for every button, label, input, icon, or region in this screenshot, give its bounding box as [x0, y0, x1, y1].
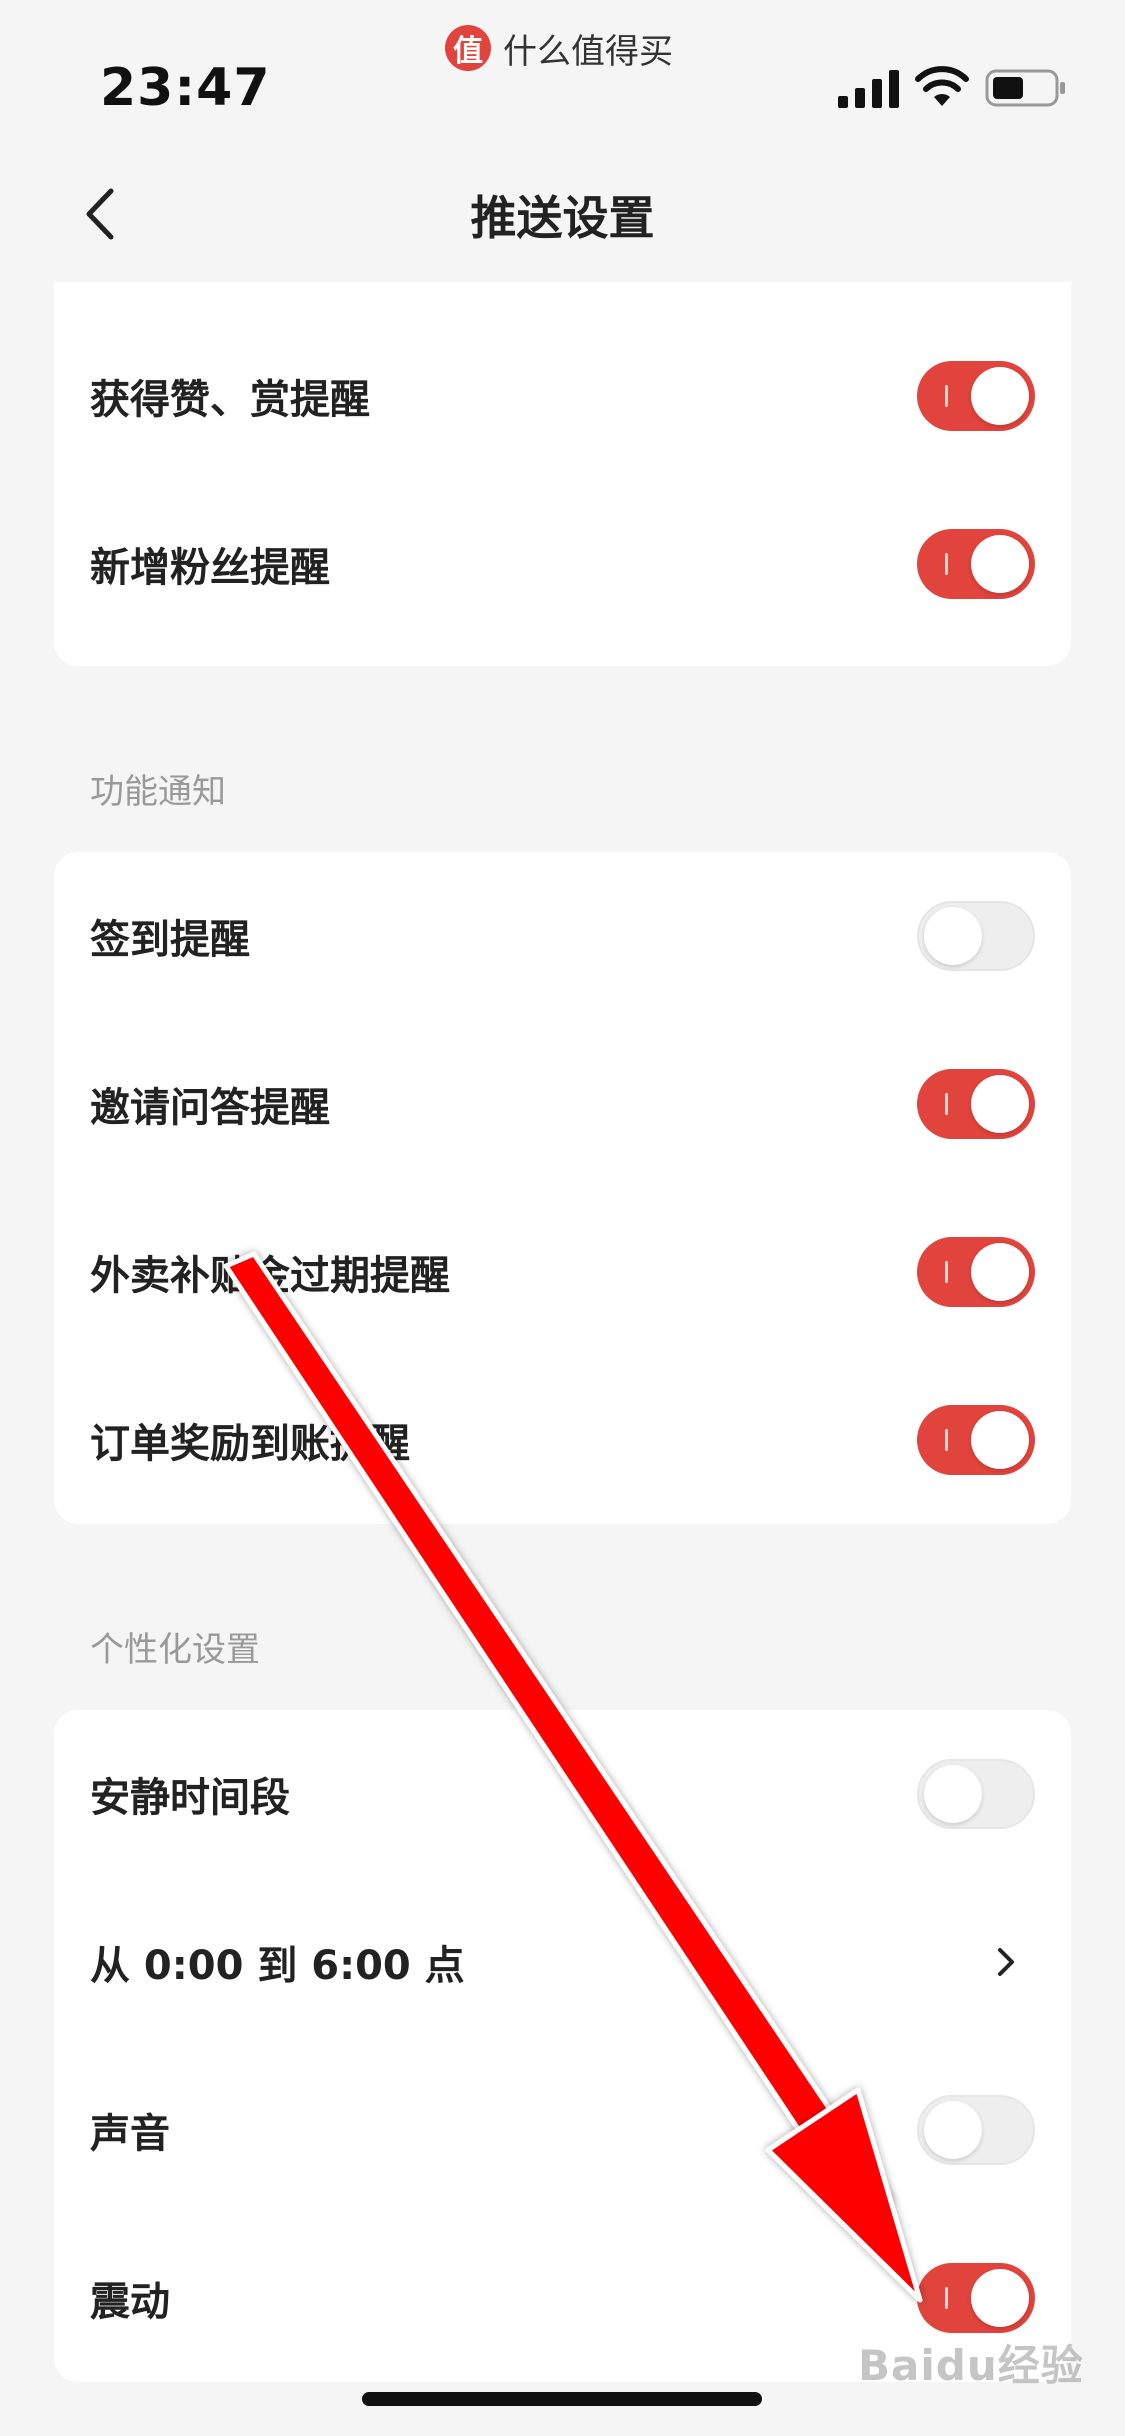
order-reward-toggle[interactable] — [917, 1405, 1035, 1475]
quiet-range-row[interactable]: 从 0:00 到 6:00 点 — [54, 1878, 1071, 2046]
settings-row: 声音 — [54, 2046, 1071, 2214]
row-label: 新增粉丝提醒 — [90, 545, 330, 591]
toggle-knob — [971, 1411, 1029, 1469]
toggle-knob — [971, 367, 1029, 425]
settings-row: 安静时间段 — [54, 1710, 1071, 1878]
baidu-watermark: Baidu经验 — [858, 2341, 1084, 2390]
toggle-tick — [945, 553, 948, 575]
app-name: 什么值得买 — [503, 31, 673, 72]
toggle-tick — [945, 1093, 948, 1115]
section-title-function: 功能通知 — [90, 772, 226, 812]
row-label: 震动 — [90, 2279, 170, 2325]
qa-invite-toggle[interactable] — [917, 1069, 1035, 1139]
row-label: 外卖补贴金过期提醒 — [90, 1253, 450, 1299]
app-logo: 值 — [445, 25, 491, 71]
row-label: 邀请问答提醒 — [90, 1085, 330, 1131]
toggle-knob — [971, 1075, 1029, 1133]
wifi-icon — [915, 66, 969, 106]
toggle-knob — [971, 1243, 1029, 1301]
row-label: 获得赞、赏提醒 — [90, 377, 370, 423]
row-label: 安静时间段 — [90, 1775, 290, 1821]
section-title-personal: 个性化设置 — [90, 1630, 260, 1670]
checkin-reminder-toggle[interactable] — [917, 901, 1035, 971]
quiet-hours-toggle[interactable] — [917, 1759, 1035, 1829]
new-follower-toggle[interactable] — [917, 529, 1035, 599]
page-title: 推送设置 — [470, 191, 655, 245]
toggle-tick — [945, 385, 948, 407]
toggle-tick — [945, 2287, 948, 2309]
quiet-range-label: 从 0:00 到 6:00 点 — [90, 1943, 465, 1989]
delivery-subsidy-toggle[interactable] — [917, 1237, 1035, 1307]
status-time: 23:47 — [100, 58, 271, 118]
toggle-tick — [945, 1261, 948, 1283]
toggle-knob — [971, 535, 1029, 593]
personalization-card: 安静时间段 从 0:00 到 6:00 点 声音 震动 — [54, 1710, 1071, 2382]
row-label: 订单奖励到账提醒 — [90, 1421, 410, 1467]
battery-icon — [985, 69, 1065, 107]
app-indicator[interactable]: 值 什么值得买 — [445, 22, 673, 74]
toggle-knob — [924, 907, 982, 965]
settings-row: 外卖补贴金过期提醒 — [54, 1188, 1071, 1356]
like-reward-toggle[interactable] — [917, 361, 1035, 431]
settings-row: 获得赞、赏提醒 — [54, 312, 1071, 480]
toggle-tick — [945, 1429, 948, 1451]
interaction-notifications-card: 获得赞、赏提醒 新增粉丝提醒 — [54, 282, 1071, 666]
settings-row: 订单奖励到账提醒 — [54, 1356, 1071, 1524]
row-label: 签到提醒 — [90, 917, 250, 963]
settings-row: 新增粉丝提醒 — [54, 480, 1071, 648]
sound-toggle[interactable] — [917, 2095, 1035, 2165]
row-label: 声音 — [90, 2111, 170, 2157]
settings-row: 签到提醒 — [54, 852, 1071, 1020]
navigation-bar: 推送设置 — [0, 160, 1125, 270]
vibrate-toggle[interactable] — [917, 2263, 1035, 2333]
function-notifications-card: 签到提醒 邀请问答提醒 外卖补贴金过期提醒 订单奖励到账提醒 — [54, 852, 1071, 1524]
toggle-knob — [971, 2269, 1029, 2327]
status-bar: 23:47 值 什么值得买 — [0, 0, 1125, 140]
home-indicator[interactable] — [362, 2392, 762, 2406]
toggle-knob — [924, 1765, 982, 1823]
toggle-knob — [924, 2101, 982, 2159]
signal-icon — [838, 70, 899, 108]
settings-row: 邀请问答提醒 — [54, 1020, 1071, 1188]
chevron-right-icon — [998, 1948, 1014, 1976]
